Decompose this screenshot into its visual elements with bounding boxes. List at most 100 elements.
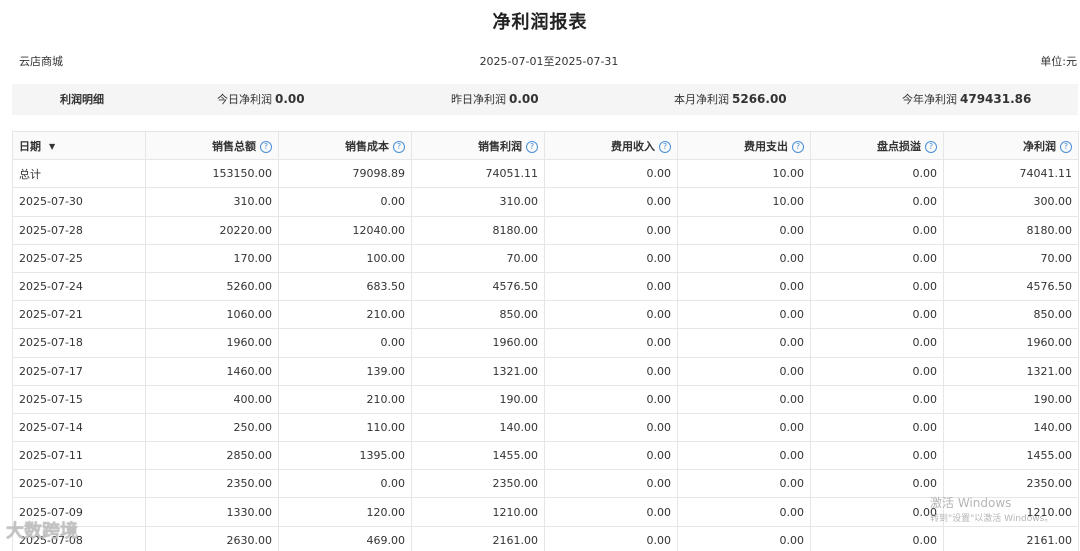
- col-header-sales-profit: 销售利润?: [411, 130, 545, 161]
- table-row: 2025-07-15 400.00 210.00 190.00 0.00 0.00 0.00…: [12, 384, 1079, 414]
- yesterday-net-profit: 昨日净利润 0.00: [451, 84, 539, 115]
- table-cell: 5260.00: [145, 271, 279, 302]
- table-cell: 2025-07-10: [12, 469, 146, 499]
- table-cell: 153150.00: [145, 159, 279, 189]
- table-cell: 0.00: [677, 271, 811, 302]
- table-cell: 8180.00: [943, 215, 1079, 245]
- table-cell: 310.00: [411, 187, 545, 217]
- table-cell: 2025-07-30: [12, 187, 146, 217]
- table-cell: 0.00: [810, 215, 944, 245]
- table-cell: 0.00: [810, 243, 944, 273]
- brand-watermark: 大数跨境: [6, 521, 78, 542]
- table-cell: 2025-07-25: [12, 243, 146, 273]
- unit-label: 单位:元: [1040, 55, 1077, 68]
- table-cell: 4576.50: [411, 271, 545, 302]
- windows-activation-hint: 转到"设置"以激活 Windows。: [930, 514, 1054, 524]
- table-cell: 4576.50: [943, 271, 1079, 302]
- table-cell: 2025-07-18: [12, 328, 146, 358]
- table-cell: 0.00: [810, 271, 944, 302]
- table-cell: 140.00: [943, 412, 1079, 443]
- col-header-inventory-diff: 盘点损溢?: [810, 130, 944, 161]
- table-cell: 0.00: [810, 300, 944, 330]
- table-cell: 0.00: [677, 328, 811, 358]
- windows-activation-watermark: 激活 Windows: [930, 496, 1012, 510]
- table-cell: 0.00: [544, 300, 678, 330]
- table-cell: 0.00: [810, 356, 944, 386]
- table-row: 2025-07-28 20220.00 12040.00 8180.00 0.00 0.0…: [12, 215, 1079, 245]
- table-cell: 0.00: [810, 441, 944, 471]
- table-cell: 0.00: [677, 356, 811, 386]
- table-cell: 0.00: [810, 497, 944, 527]
- table-cell: 0.00: [810, 187, 944, 217]
- table-cell: 74051.11: [411, 159, 545, 189]
- table-cell: 8180.00: [411, 215, 545, 245]
- table-cell: 0.00: [677, 300, 811, 330]
- table-cell: 2161.00: [411, 525, 545, 551]
- table-cell: 0.00: [544, 497, 678, 527]
- table-cell: 0.00: [810, 384, 944, 414]
- table-cell: 1455.00: [411, 441, 545, 471]
- table-cell: 0.00: [278, 328, 412, 358]
- question-circle-icon[interactable]: ?: [925, 140, 937, 153]
- yesterday-value: 0.00: [509, 92, 539, 106]
- table-cell: 2025-07-24: [12, 271, 146, 302]
- caret-down-icon[interactable]: ▼: [49, 142, 55, 151]
- table-cell: 0.00: [677, 441, 811, 471]
- question-circle-icon[interactable]: ?: [393, 140, 405, 153]
- table-cell: 300.00: [943, 187, 1079, 217]
- table-cell: 683.50: [278, 271, 412, 302]
- table-cell: 1455.00: [943, 441, 1079, 471]
- table-cell: 170.00: [145, 243, 279, 273]
- table-cell: 110.00: [278, 412, 412, 443]
- col-header-date[interactable]: 日期 ▼: [12, 130, 146, 161]
- table-cell: 0.00: [810, 328, 944, 358]
- question-circle-icon[interactable]: ?: [1060, 140, 1072, 153]
- table-cell: 0.00: [544, 328, 678, 358]
- table-cell: 0.00: [810, 469, 944, 499]
- table-cell: 100.00: [278, 243, 412, 273]
- page-title: 净利润报表: [492, 12, 588, 33]
- table-cell: 250.00: [145, 412, 279, 443]
- question-circle-icon[interactable]: ?: [659, 140, 671, 153]
- question-circle-icon[interactable]: ?: [526, 140, 538, 153]
- table-cell: 2850.00: [145, 441, 279, 471]
- year-label: 今年净利润: [902, 93, 957, 106]
- table-cell: 210.00: [278, 300, 412, 330]
- table-row: 2025-07-24 5260.00 683.50 4576.50 0.00 0.00 0.…: [12, 271, 1079, 302]
- table-cell: 1960.00: [145, 328, 279, 358]
- table-cell: 2025-07-21: [12, 300, 146, 330]
- table-cell: 0.00: [677, 243, 811, 273]
- table-row: 2025-07-25 170.00 100.00 70.00 0.00 0.00 0.00 7…: [12, 243, 1079, 273]
- table-row: 2025-07-30 310.00 0.00 310.00 0.00 10.00 0.00 3…: [12, 187, 1079, 217]
- question-circle-icon[interactable]: ?: [792, 140, 804, 153]
- table-cell: 469.00: [278, 525, 412, 551]
- table-row: 2025-07-17 1460.00 139.00 1321.00 0.00 0.00 0.…: [12, 356, 1079, 386]
- table-cell: 1060.00: [145, 300, 279, 330]
- table-cell: 850.00: [411, 300, 545, 330]
- table-header-row: 日期 ▼ 销售总额? 销售成本? 销售利润? 费用收入? 费用支出? 盘点损溢? …: [12, 130, 1079, 161]
- table-cell: 210.00: [278, 384, 412, 414]
- table-cell: 0.00: [677, 384, 811, 414]
- table-row: 2025-07-10 2350.00 0.00 2350.00 0.00 0.00 0.00…: [12, 469, 1079, 499]
- col-header-expense-income: 费用收入?: [544, 130, 678, 161]
- question-circle-icon[interactable]: ?: [260, 140, 272, 153]
- today-label: 今日净利润: [217, 93, 272, 106]
- table-cell: 1395.00: [278, 441, 412, 471]
- today-value: 0.00: [275, 92, 305, 106]
- table-cell: 74041.11: [943, 159, 1079, 189]
- table-cell: 0.00: [544, 525, 678, 551]
- table-cell: 20220.00: [145, 215, 279, 245]
- table-cell: 0.00: [810, 525, 944, 551]
- yesterday-label: 昨日净利润: [451, 93, 506, 106]
- table-cell: 10.00: [677, 159, 811, 189]
- table-cell: 0.00: [677, 469, 811, 499]
- year-net-profit: 今年净利润 479431.86: [902, 84, 1031, 115]
- today-net-profit: 今日净利润 0.00: [217, 84, 305, 115]
- table-cell: 0.00: [544, 159, 678, 189]
- table-cell: 1321.00: [943, 356, 1079, 386]
- table-cell: 0.00: [544, 384, 678, 414]
- table-cell: 850.00: [943, 300, 1079, 330]
- table-cell: 79098.89: [278, 159, 412, 189]
- net-profit-table: 日期 ▼ 销售总额? 销售成本? 销售利润? 费用收入? 费用支出? 盘点损溢? …: [12, 130, 1079, 551]
- table-cell: 0.00: [544, 356, 678, 386]
